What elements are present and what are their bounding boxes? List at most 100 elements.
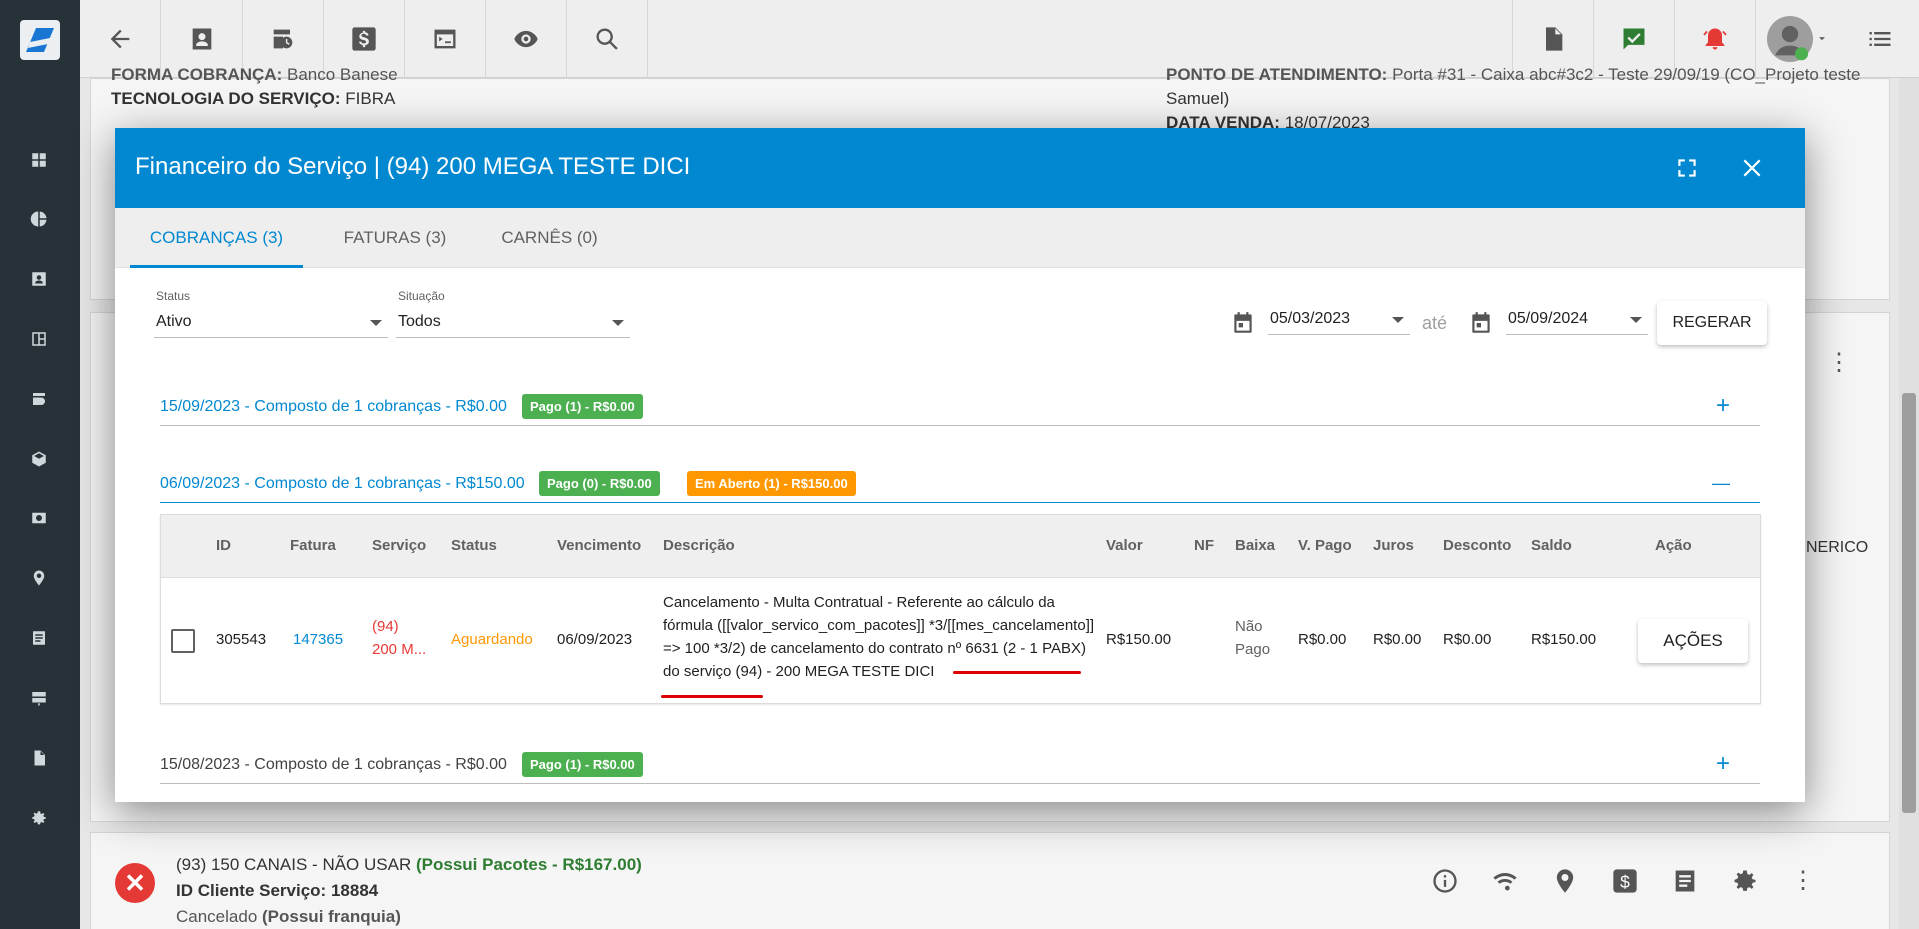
package-icon[interactable] (28, 448, 50, 470)
cell-fatura-link[interactable]: 147365 (293, 631, 343, 648)
cancelled-status-icon: ✕ (115, 863, 155, 903)
fullscreen-icon (1678, 159, 1696, 177)
calendar-icon[interactable] (1230, 310, 1256, 336)
sidebar (0, 0, 80, 929)
highlight-underline (953, 671, 1081, 674)
group-row-3[interactable]: 15/08/2023 - Composto de 1 cobranças - R… (160, 748, 1760, 784)
col-servico[interactable]: Serviço (372, 537, 426, 554)
charges-table: ID Fatura Serviço Status Vencimento Desc… (160, 514, 1761, 704)
gear-icon[interactable] (1731, 867, 1759, 895)
bg-service-line[interactable]: (93) 150 CANAIS - NÃO USAR (Possui Pacot… (176, 855, 642, 875)
view-button[interactable] (486, 0, 567, 78)
col-baixa[interactable]: Baixa (1235, 537, 1275, 554)
date-from-input[interactable]: 05/03/2023 (1268, 305, 1410, 335)
cell-servico-line2[interactable]: 200 M... (372, 641, 426, 658)
wifi-icon[interactable] (1491, 867, 1519, 895)
group-title[interactable]: 15/08/2023 - Composto de 1 cobranças - R… (160, 756, 507, 774)
status-value: Ativo (156, 313, 192, 330)
tab-faturas[interactable]: FATURAS (3) (315, 208, 475, 268)
col-v-pago[interactable]: V. Pago (1298, 537, 1352, 554)
tab-carnes[interactable]: CARNÊS (0) (477, 208, 622, 268)
col-status[interactable]: Status (451, 537, 497, 554)
location-icon[interactable] (28, 567, 50, 589)
col-id[interactable]: ID (216, 537, 231, 554)
bg-id-cliente: ID Cliente Serviço: 18884 (176, 881, 379, 900)
expand-icon[interactable]: + (1716, 392, 1730, 420)
bg-ponto-atendimento: PONTO DE ATENDIMENTO: Porta #31 - Caixa … (1166, 65, 1861, 84)
pie-chart-icon[interactable] (28, 208, 50, 230)
close-button[interactable] (1734, 150, 1770, 186)
paid-badge: Pago (1) - R$0.00 (522, 394, 643, 419)
chevron-down-icon (1630, 317, 1642, 323)
tab-cobrancas[interactable]: COBRANÇAS (3) (130, 208, 303, 268)
regerar-button[interactable]: REGERAR (1657, 301, 1767, 345)
col-vencimento[interactable]: Vencimento (557, 537, 641, 554)
document-icon[interactable] (28, 747, 50, 769)
cell-juros: R$0.00 (1373, 631, 1422, 648)
collapse-icon[interactable]: — (1712, 473, 1730, 494)
list-doc-icon[interactable] (28, 627, 50, 649)
col-juros[interactable]: Juros (1373, 537, 1414, 554)
bg-generico-fragment: NERICO (1806, 539, 1869, 556)
col-acao: Ação (1655, 537, 1692, 554)
situacao-label: Situação (398, 289, 445, 303)
group-row-2[interactable]: 06/09/2023 - Composto de 1 cobranças - R… (160, 467, 1760, 503)
group-title[interactable]: 06/09/2023 - Composto de 1 cobranças - R… (160, 475, 525, 493)
info-icon[interactable] (1431, 867, 1459, 895)
col-descricao[interactable]: Descrição (663, 537, 735, 554)
calendar-icon[interactable] (1468, 310, 1494, 336)
more-icon[interactable]: ⋮ (1791, 867, 1815, 895)
contact-card-icon[interactable] (28, 268, 50, 290)
cell-status: Aguardando (451, 631, 533, 648)
app-logo[interactable] (20, 20, 60, 60)
modal-title: Financeiro do Serviço | (94) 200 MEGA TE… (135, 153, 691, 180)
date-from-value: 05/03/2023 (1270, 310, 1351, 327)
search-button[interactable] (567, 0, 648, 78)
col-fatura[interactable]: Fatura (290, 537, 336, 554)
col-nf[interactable]: NF (1194, 537, 1214, 554)
money-icon[interactable] (28, 507, 50, 529)
terminal-button[interactable] (405, 0, 486, 78)
server-icon[interactable] (28, 687, 50, 709)
schedule-icon[interactable] (28, 388, 50, 410)
col-valor[interactable]: Valor (1106, 537, 1143, 554)
group-title[interactable]: 15/09/2023 - Composto de 1 cobranças - R… (160, 398, 507, 416)
date-to-input[interactable]: 05/09/2024 (1506, 305, 1648, 335)
notes-icon[interactable] (1671, 867, 1699, 895)
cell-desconto: R$0.00 (1443, 631, 1492, 648)
col-desconto[interactable]: Desconto (1443, 537, 1511, 554)
cell-v-pago: R$0.00 (1298, 631, 1347, 648)
cell-valor: R$150.00 (1106, 631, 1172, 648)
chevron-down-icon (370, 320, 382, 326)
page-scrollbar[interactable] (1899, 78, 1919, 929)
expand-icon[interactable]: + (1716, 750, 1730, 778)
financial-icon[interactable]: $ (1611, 867, 1639, 895)
bg-more-icon[interactable]: ⋮ (1827, 348, 1851, 377)
svg-text:$: $ (1620, 872, 1630, 892)
scrollbar-thumb[interactable] (1902, 393, 1916, 813)
board-icon[interactable] (28, 328, 50, 350)
financial-modal: Financeiro do Serviço | (94) 200 MEGA TE… (115, 128, 1805, 802)
avatar (1767, 16, 1813, 62)
status-select[interactable]: Ativo (154, 308, 388, 338)
fullscreen-button[interactable] (1669, 150, 1705, 186)
col-saldo[interactable]: Saldo (1531, 537, 1572, 554)
chevron-down-icon (1392, 317, 1404, 323)
location-icon[interactable] (1551, 867, 1579, 895)
date-separator: até (1422, 313, 1448, 333)
settings-icon[interactable] (28, 807, 50, 829)
cell-servico-line1[interactable]: (94) (372, 618, 399, 635)
actions-button[interactable]: AÇÕES (1638, 619, 1748, 663)
group-row-1[interactable]: 15/09/2023 - Composto de 1 cobranças - R… (160, 390, 1760, 426)
paid-badge: Pago (0) - R$0.00 (539, 471, 660, 496)
situacao-select[interactable]: Todos (396, 308, 630, 338)
bg-forma-cobranca: FORMA COBRANÇA: Banco Banese (111, 65, 398, 84)
table-header: ID Fatura Serviço Status Vencimento Desc… (161, 515, 1760, 578)
modal-tabs: COBRANÇAS (3) FATURAS (3) CARNÊS (0) (115, 208, 1805, 268)
modal-header: Financeiro do Serviço | (94) 200 MEGA TE… (115, 128, 1805, 208)
dashboard-icon[interactable] (28, 149, 50, 171)
paid-badge: Pago (1) - R$0.00 (522, 752, 643, 777)
row-checkbox[interactable] (171, 629, 195, 653)
cell-vencimento: 06/09/2023 (557, 631, 633, 648)
bg-tecnologia: TECNOLOGIA DO SERVIÇO: FIBRA (111, 89, 396, 108)
